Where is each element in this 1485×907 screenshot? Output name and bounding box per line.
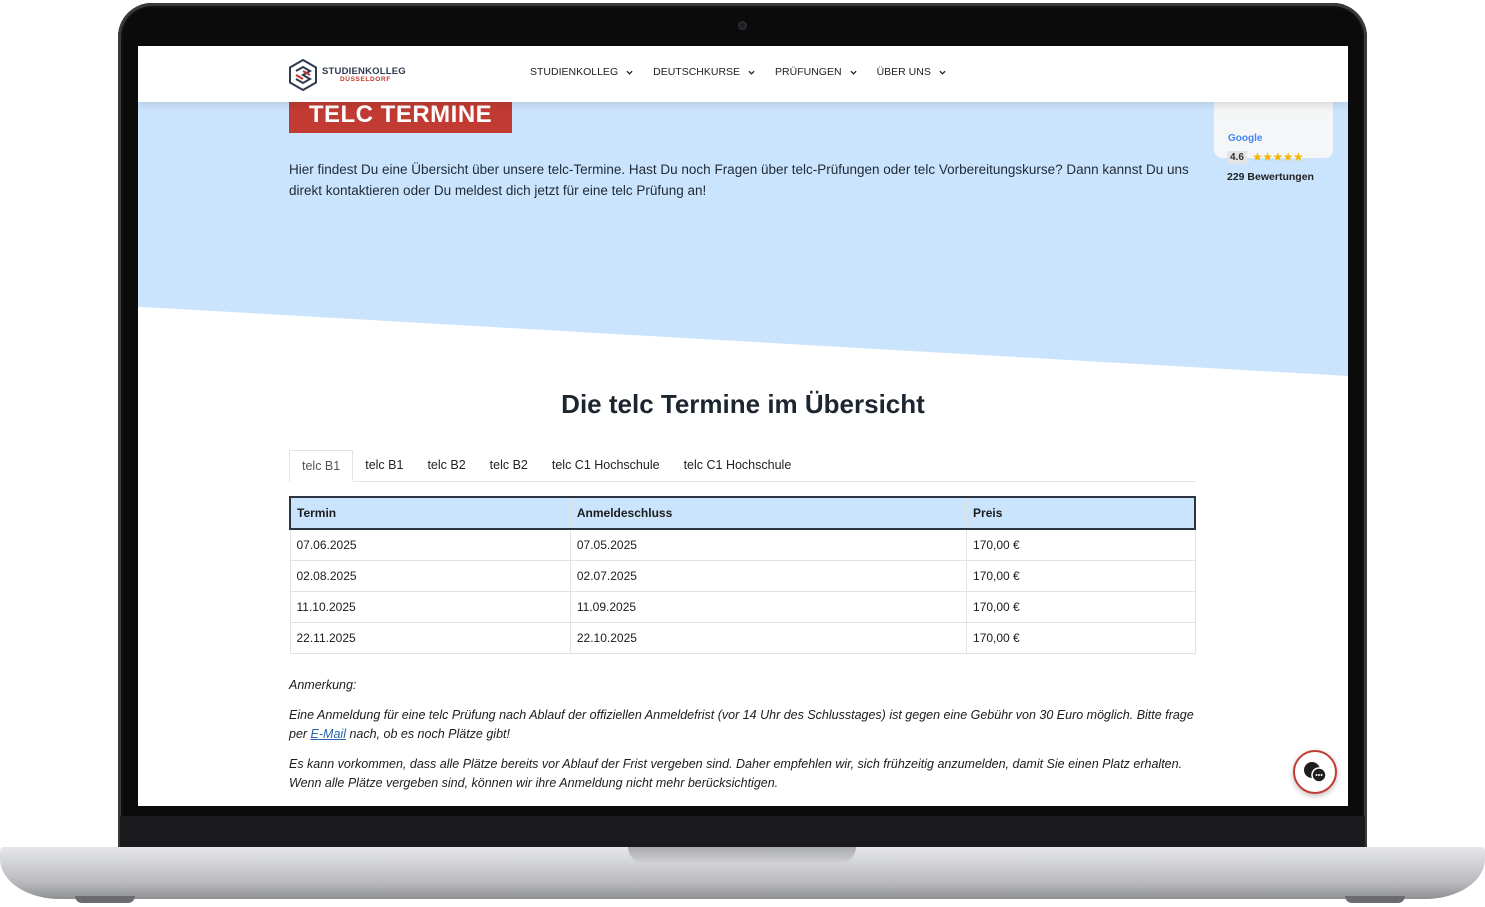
browser-viewport: TELC TERMINE Hier findest Du eine Übersi… [138,46,1348,806]
cell-anmeldeschluss: 11.09.2025 [569,591,968,623]
notes-heading: Anmerkung: [289,678,357,692]
tab-telc-b2[interactable]: telc B2 [415,450,477,481]
review-count: 229 Bewertungen [1227,171,1314,183]
nav-item-pruefungen[interactable]: PRÜFUNGEN [775,66,857,78]
tab-telc-b1-2[interactable]: telc B1 [353,450,415,481]
notes-text: nach, ob es noch Plätze gibt! [345,727,510,741]
nav-item-label: STUDIENKOLLEG [530,66,619,78]
intro-text: Hier findest Du eine Übersicht über unse… [289,162,1189,198]
email-link[interactable]: E-Mail [311,727,346,741]
nav-item-label: ÜBER UNS [876,66,931,78]
cell-anmeldeschluss: 02.07.2025 [569,560,968,592]
chat-icon [1304,762,1327,783]
nav-item-ueber-uns[interactable]: ÜBER UNS [877,66,946,78]
cell-termin: 07.06.2025 [289,528,571,561]
site-header: STUDIENKOLLEG DÜSSELDORF STUDIENKOLLEG D… [138,46,1348,102]
laptop-foot-left [75,896,135,903]
cell-termin: 22.11.2025 [289,622,571,654]
laptop-foot-right [1345,896,1405,903]
column-header-termin: Termin [288,496,571,530]
google-logo: Google [1228,133,1263,144]
tab-telc-b2-2[interactable]: telc B2 [478,450,540,481]
column-header-anmeldeschluss: Anmeldeschluss [569,496,968,530]
rating-score: 4.6 [1227,151,1247,164]
cell-preis: 170,00 € [966,622,1196,654]
column-header-preis: Preis [966,496,1197,530]
exam-tabs: telc B1 telc B1 telc B2 telc B2 telc C1 … [289,450,1196,482]
chevron-down-icon [849,70,857,75]
laptop-hinge [120,816,1365,850]
notes-paragraph-1: Eine Anmeldung für eine telc Prüfung nac… [289,706,1199,744]
table-row: 11.10.2025 11.09.2025 170,00 € [289,591,1196,623]
cell-preis: 170,00 € [966,560,1196,592]
section-title: Die telc Termine im Übersicht [561,389,925,419]
nav-item-label: DEUTSCHKURSE [653,66,741,78]
chevron-down-icon [626,70,633,75]
table-header-row: Termin Anmeldeschluss Preis [288,496,1197,530]
tab-telc-c1-hochschule[interactable]: telc C1 Hochschule [540,450,672,481]
chevron-down-icon [748,70,755,75]
chat-button[interactable] [1293,750,1337,794]
logo-icon [289,59,317,91]
nav-item-label: PRÜFUNGEN [775,66,842,78]
cell-termin: 11.10.2025 [289,591,571,623]
notes-section: Anmerkung: Eine Anmeldung für eine telc … [289,676,1199,804]
nav-item-studienkolleg[interactable]: STUDIENKOLLEG [530,66,633,78]
camera-icon [738,21,747,30]
table-row: 07.06.2025 07.05.2025 170,00 € [289,528,1196,561]
table-row: 02.08.2025 02.07.2025 170,00 € [289,560,1196,592]
notes-paragraph-2: Es kann vorkommen, dass alle Plätze bere… [289,757,1183,790]
site-logo[interactable]: STUDIENKOLLEG DÜSSELDORF [288,59,406,91]
nav-item-deutschkurse[interactable]: DEUTSCHKURSE [653,66,755,78]
table-row: 22.11.2025 22.10.2025 170,00 € [289,622,1196,654]
star-icons: ★★★★★ [1252,150,1304,164]
tab-telc-c1-hochschule-2[interactable]: telc C1 Hochschule [672,450,804,481]
cell-anmeldeschluss: 07.05.2025 [569,528,968,561]
dates-table: Termin Anmeldeschluss Preis 07.06.2025 0… [288,496,1197,654]
logo-subtitle: DÜSSELDORF [340,75,391,83]
cell-anmeldeschluss: 22.10.2025 [569,622,968,654]
cell-termin: 02.08.2025 [289,560,571,592]
cell-preis: 170,00 € [966,591,1196,623]
laptop-notch [628,847,856,863]
main-navigation: STUDIENKOLLEG DEUTSCHKURSE PRÜFUNGEN ÜBE… [530,66,966,78]
tab-telc-b1[interactable]: telc B1 [289,450,354,482]
cell-preis: 170,00 € [966,528,1196,561]
chevron-down-icon [939,70,946,75]
